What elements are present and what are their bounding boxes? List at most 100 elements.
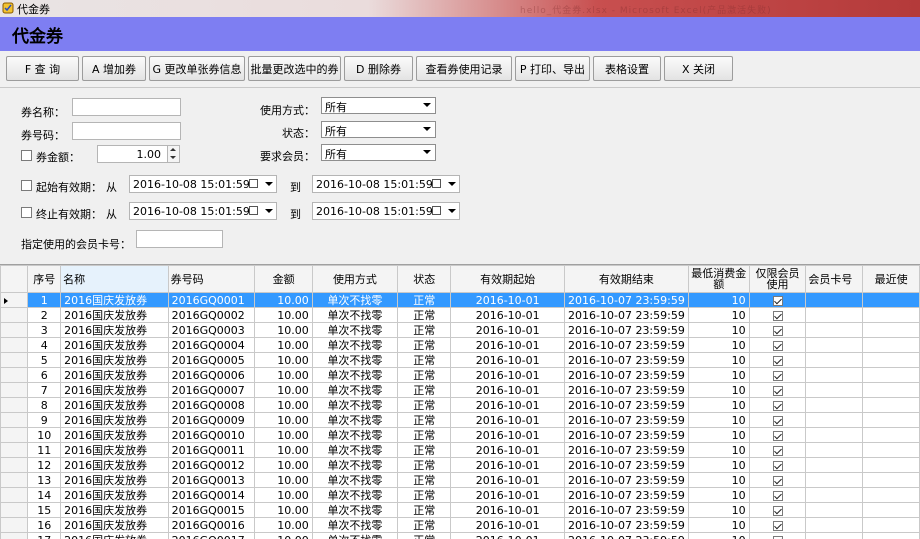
table-row[interactable]: 72016国庆发放券2016GQ000710.00单次不找零正常2016-10-… — [1, 383, 920, 398]
table-cell[interactable]: 单次不找零 — [312, 518, 397, 533]
checked-checkbox-icon[interactable] — [773, 536, 783, 539]
member-only-cell[interactable] — [749, 488, 806, 503]
checked-checkbox-icon[interactable] — [773, 341, 783, 351]
member-only-cell[interactable] — [749, 413, 806, 428]
calendar-icon[interactable] — [249, 206, 258, 215]
checked-checkbox-icon[interactable] — [773, 356, 783, 366]
table-cell[interactable]: 10.00 — [255, 518, 312, 533]
table-row[interactable]: 12016国庆发放券2016GQ000110.00单次不找零正常2016-10-… — [1, 293, 920, 308]
table-cell[interactable]: 10.00 — [255, 413, 312, 428]
row-indicator[interactable] — [1, 413, 28, 428]
table-cell[interactable]: 正常 — [398, 518, 451, 533]
table-cell[interactable] — [806, 443, 863, 458]
chevron-down-icon[interactable] — [448, 182, 456, 186]
table-row[interactable]: 32016国庆发放券2016GQ000310.00单次不找零正常2016-10-… — [1, 323, 920, 338]
table-cell[interactable]: 10.00 — [255, 293, 312, 308]
table-row[interactable]: 52016国庆发放券2016GQ000510.00单次不找零正常2016-10-… — [1, 353, 920, 368]
table-cell[interactable]: 11 — [28, 443, 61, 458]
table-cell[interactable]: 正常 — [398, 338, 451, 353]
table-cell[interactable]: 正常 — [398, 308, 451, 323]
table-cell[interactable]: 2016国庆发放券 — [61, 338, 168, 353]
checked-checkbox-icon[interactable] — [773, 446, 783, 456]
table-cell[interactable]: 2016-10-01 — [451, 398, 565, 413]
table-cell[interactable]: 2016GQ0015 — [168, 503, 255, 518]
table-cell[interactable]: 2016GQ0012 — [168, 458, 255, 473]
table-cell[interactable]: 2016-10-01 — [451, 323, 565, 338]
table-cell[interactable]: 2016GQ0010 — [168, 428, 255, 443]
member-required-select[interactable]: 所有 — [321, 144, 436, 161]
table-cell[interactable]: 2016-10-01 — [451, 518, 565, 533]
table-cell[interactable]: 12 — [28, 458, 61, 473]
table-cell[interactable]: 2016国庆发放券 — [61, 443, 168, 458]
table-cell[interactable] — [806, 488, 863, 503]
delete-coupon-button[interactable]: D 删除券 — [344, 56, 413, 81]
table-cell[interactable]: 单次不找零 — [312, 308, 397, 323]
column-header[interactable]: 金额 — [255, 266, 312, 293]
table-cell[interactable]: 2016-10-01 — [451, 413, 565, 428]
table-cell[interactable]: 2016-10-01 — [451, 293, 565, 308]
usage-select[interactable]: 所有 — [321, 97, 436, 114]
table-cell[interactable]: 正常 — [398, 353, 451, 368]
member-only-cell[interactable] — [749, 533, 806, 539]
table-cell[interactable]: 10.00 — [255, 338, 312, 353]
table-cell[interactable] — [806, 353, 863, 368]
table-cell[interactable]: 10.00 — [255, 488, 312, 503]
calendar-icon[interactable] — [432, 179, 441, 188]
table-cell[interactable]: 2016国庆发放券 — [61, 368, 168, 383]
add-coupon-button[interactable]: A 增加券 — [82, 56, 146, 81]
table-cell[interactable]: 2016-10-07 23:59:59 — [565, 398, 689, 413]
table-cell[interactable]: 2016国庆发放券 — [61, 518, 168, 533]
table-cell[interactable]: 16 — [28, 518, 61, 533]
start-to-datetime[interactable]: 2016-10-08 15:01:59 — [312, 175, 460, 193]
table-cell[interactable]: 10.00 — [255, 398, 312, 413]
table-cell[interactable]: 2016国庆发放券 — [61, 323, 168, 338]
table-row[interactable]: 82016国庆发放券2016GQ000810.00单次不找零正常2016-10-… — [1, 398, 920, 413]
table-cell[interactable]: 2016GQ0007 — [168, 383, 255, 398]
table-cell[interactable]: 10 — [688, 323, 749, 338]
table-cell[interactable]: 10 — [688, 473, 749, 488]
member-card-input[interactable] — [136, 230, 223, 248]
table-row[interactable]: 122016国庆发放券2016GQ001210.00单次不找零正常2016-10… — [1, 458, 920, 473]
table-cell[interactable] — [806, 383, 863, 398]
member-only-cell[interactable] — [749, 338, 806, 353]
table-cell[interactable]: 9 — [28, 413, 61, 428]
row-indicator[interactable] — [1, 473, 28, 488]
end-from-datetime[interactable]: 2016-10-08 15:01:59 — [129, 202, 277, 220]
table-cell[interactable]: 单次不找零 — [312, 428, 397, 443]
amount-checkbox[interactable] — [21, 150, 32, 161]
table-row[interactable]: 42016国庆发放券2016GQ000410.00单次不找零正常2016-10-… — [1, 338, 920, 353]
checked-checkbox-icon[interactable] — [773, 521, 783, 531]
table-cell[interactable]: 14 — [28, 488, 61, 503]
table-cell[interactable]: 2016-10-07 23:59:59 — [565, 488, 689, 503]
table-row[interactable]: 102016国庆发放券2016GQ001010.00单次不找零正常2016-10… — [1, 428, 920, 443]
table-cell[interactable]: 2016GQ0017 — [168, 533, 255, 539]
table-cell[interactable]: 10 — [688, 308, 749, 323]
table-cell[interactable] — [806, 473, 863, 488]
column-header[interactable]: 有效期结束 — [565, 266, 689, 293]
row-indicator[interactable] — [1, 353, 28, 368]
table-cell[interactable]: 10.00 — [255, 308, 312, 323]
table-cell[interactable]: 10 — [688, 443, 749, 458]
table-cell[interactable]: 2016-10-07 23:59:59 — [565, 458, 689, 473]
table-cell[interactable]: 10 — [688, 353, 749, 368]
row-indicator[interactable] — [1, 458, 28, 473]
table-cell[interactable]: 2016GQ0011 — [168, 443, 255, 458]
table-cell[interactable]: 10 — [688, 368, 749, 383]
column-header[interactable]: 会员卡号 — [806, 266, 863, 293]
table-cell[interactable]: 2016-10-07 23:59:59 — [565, 368, 689, 383]
calendar-icon[interactable] — [249, 179, 258, 188]
table-cell[interactable]: 2016-10-07 23:59:59 — [565, 533, 689, 539]
table-cell[interactable]: 2016GQ0004 — [168, 338, 255, 353]
table-cell[interactable]: 单次不找零 — [312, 533, 397, 539]
query-button[interactable]: F 查 询 — [6, 56, 79, 81]
table-cell[interactable]: 2016-10-01 — [451, 503, 565, 518]
table-cell[interactable]: 3 — [28, 323, 61, 338]
member-only-cell[interactable] — [749, 428, 806, 443]
table-cell[interactable]: 2016GQ0008 — [168, 398, 255, 413]
row-indicator[interactable] — [1, 398, 28, 413]
chevron-down-icon[interactable] — [448, 209, 456, 213]
row-indicator[interactable] — [1, 383, 28, 398]
table-cell[interactable]: 2016国庆发放券 — [61, 383, 168, 398]
table-cell[interactable]: 2016-10-07 23:59:59 — [565, 503, 689, 518]
table-cell[interactable] — [806, 533, 863, 539]
